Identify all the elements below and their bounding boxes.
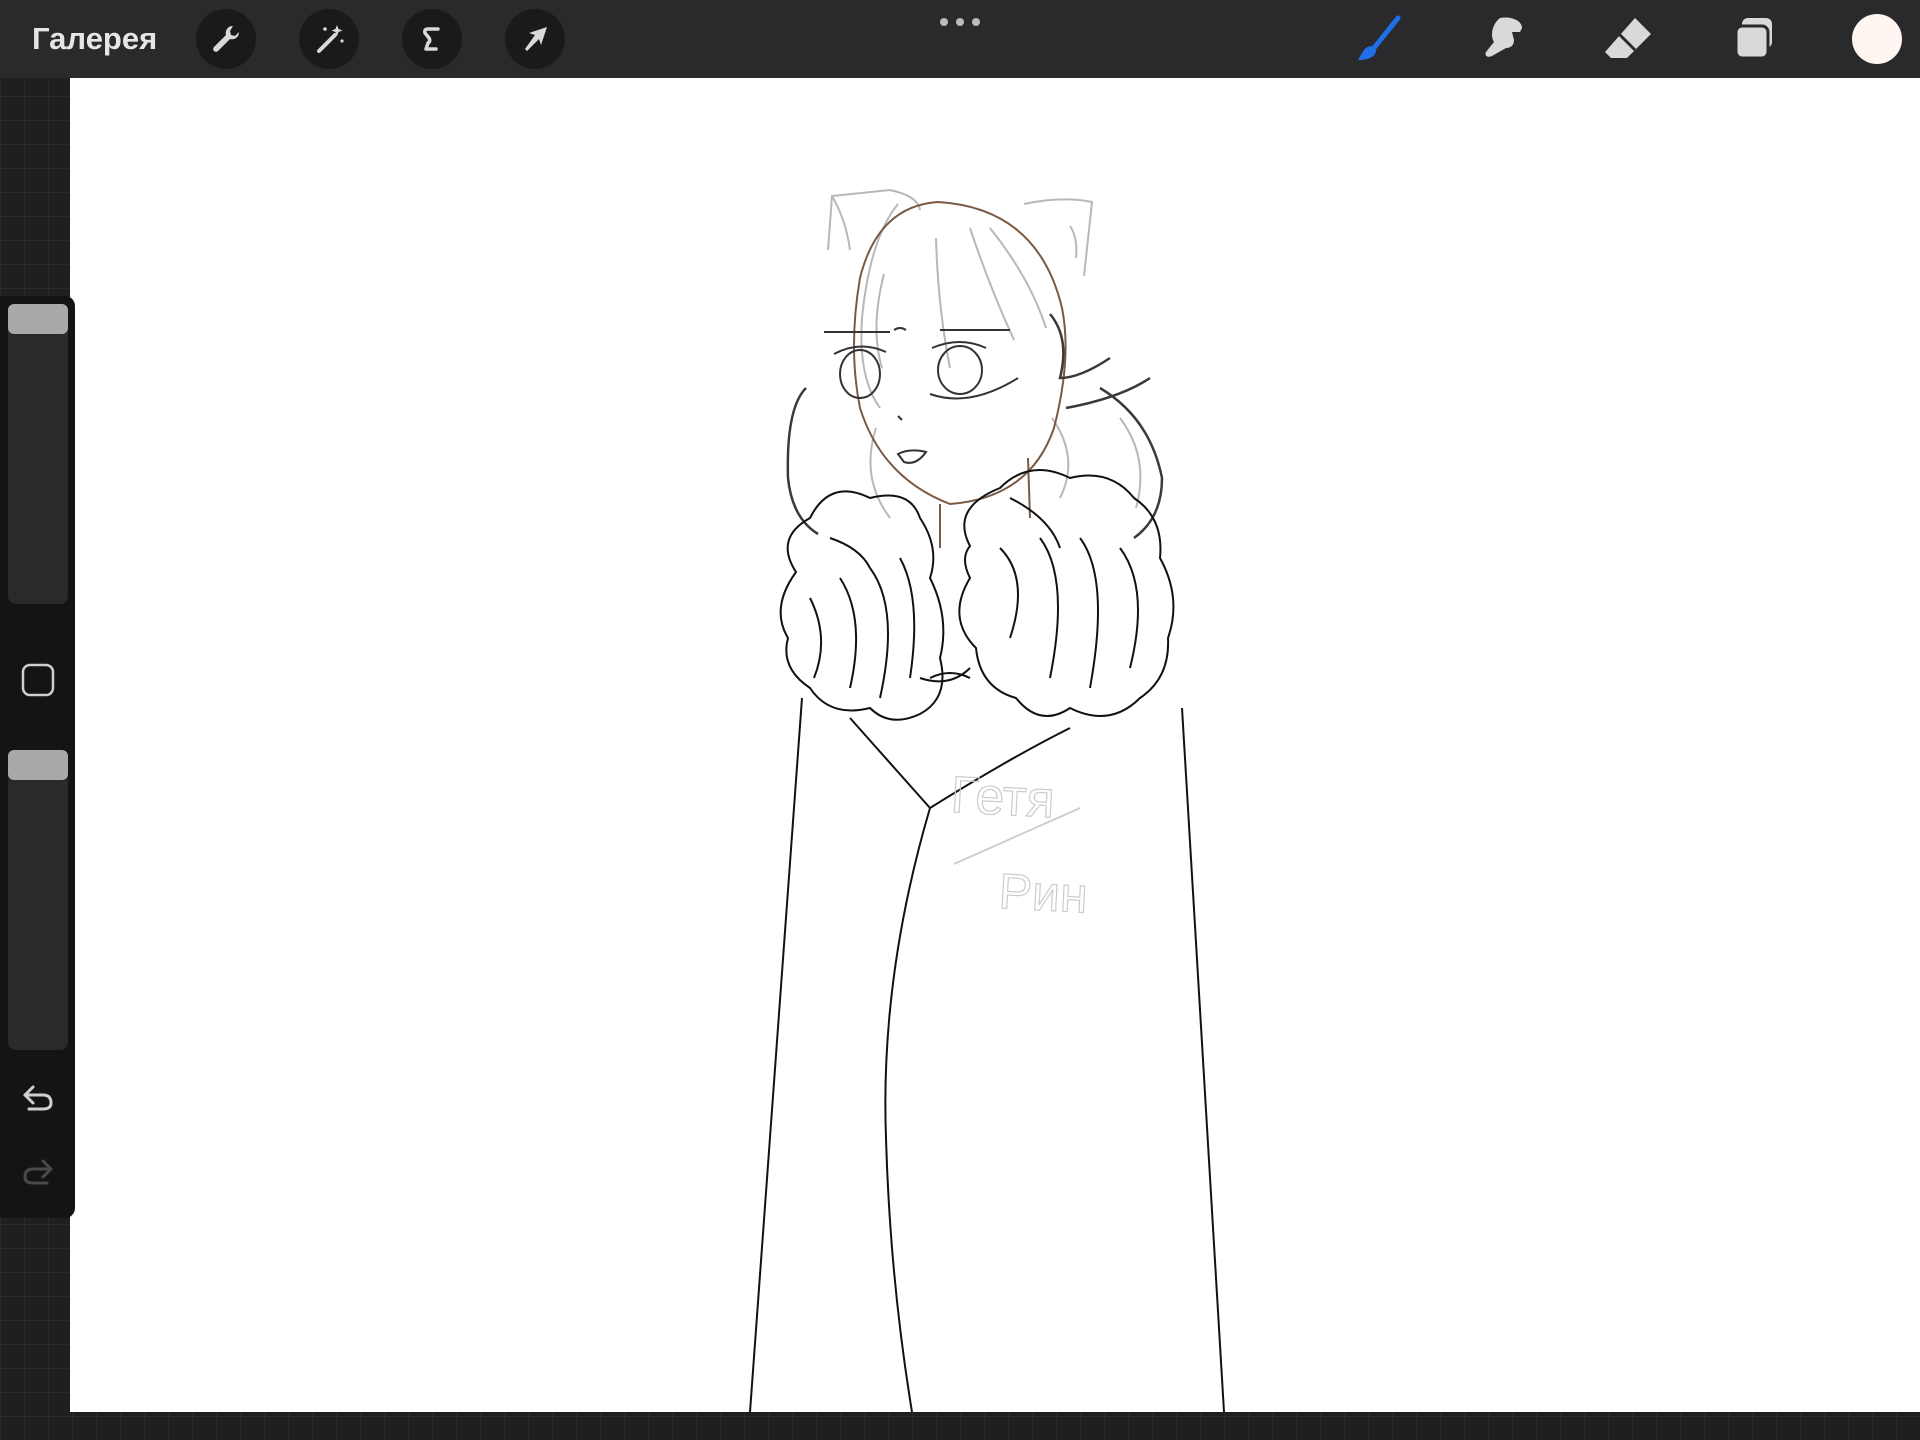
line-art-sketch: Гетя Рин — [749, 188, 1225, 1412]
magic-wand-icon — [317, 25, 344, 53]
color-swatch-button[interactable] — [1852, 14, 1902, 64]
redo-icon — [23, 1159, 53, 1185]
brush-tool-button[interactable] — [1352, 12, 1408, 68]
transform-button[interactable] — [505, 9, 565, 69]
eraser-tool-button[interactable] — [1601, 12, 1657, 68]
brush-size-slider-thumb[interactable] — [8, 304, 68, 334]
brush-icon — [1358, 15, 1401, 60]
arrow-cursor-icon — [525, 27, 547, 51]
wrench-icon — [213, 25, 240, 52]
eraser-icon — [1605, 18, 1651, 58]
selection-s-icon — [423, 27, 440, 51]
top-toolbar: Галерея — [0, 0, 1920, 78]
actions-wrench-button[interactable] — [196, 9, 256, 69]
modify-button[interactable] — [12, 654, 64, 706]
adjustments-button[interactable] — [299, 9, 359, 69]
fur-collar-right — [958, 469, 1175, 717]
smudge-finger-icon — [1485, 17, 1522, 57]
more-dots-icon[interactable] — [930, 12, 990, 32]
left-sidebar — [0, 296, 75, 1218]
signature-line-2: Рин — [997, 863, 1089, 924]
gallery-button[interactable]: Галерея — [32, 18, 157, 60]
opacity-slider-thumb[interactable] — [8, 750, 68, 780]
face-outline — [853, 200, 1067, 506]
signature-line-1: Гетя — [949, 766, 1056, 829]
robe-front-fold — [849, 717, 932, 1412]
redo-button[interactable] — [12, 1146, 64, 1198]
brush-size-slider[interactable] — [8, 304, 68, 604]
fur-collar-left — [779, 490, 945, 721]
right-ear-sketch — [1023, 198, 1094, 277]
drawing-canvas[interactable]: Гетя Рин — [70, 78, 1920, 1412]
opacity-slider[interactable] — [8, 750, 68, 1050]
selection-button[interactable] — [402, 9, 462, 69]
undo-button[interactable] — [12, 1072, 64, 1124]
layers-tool-button[interactable] — [1726, 12, 1782, 68]
smudge-tool-button[interactable] — [1476, 12, 1532, 68]
robe-right-edge — [1181, 707, 1225, 1412]
robe-left-edge — [749, 697, 803, 1412]
undo-icon — [23, 1085, 53, 1111]
layers-icon — [1734, 18, 1772, 60]
square-modify-icon — [21, 663, 55, 697]
